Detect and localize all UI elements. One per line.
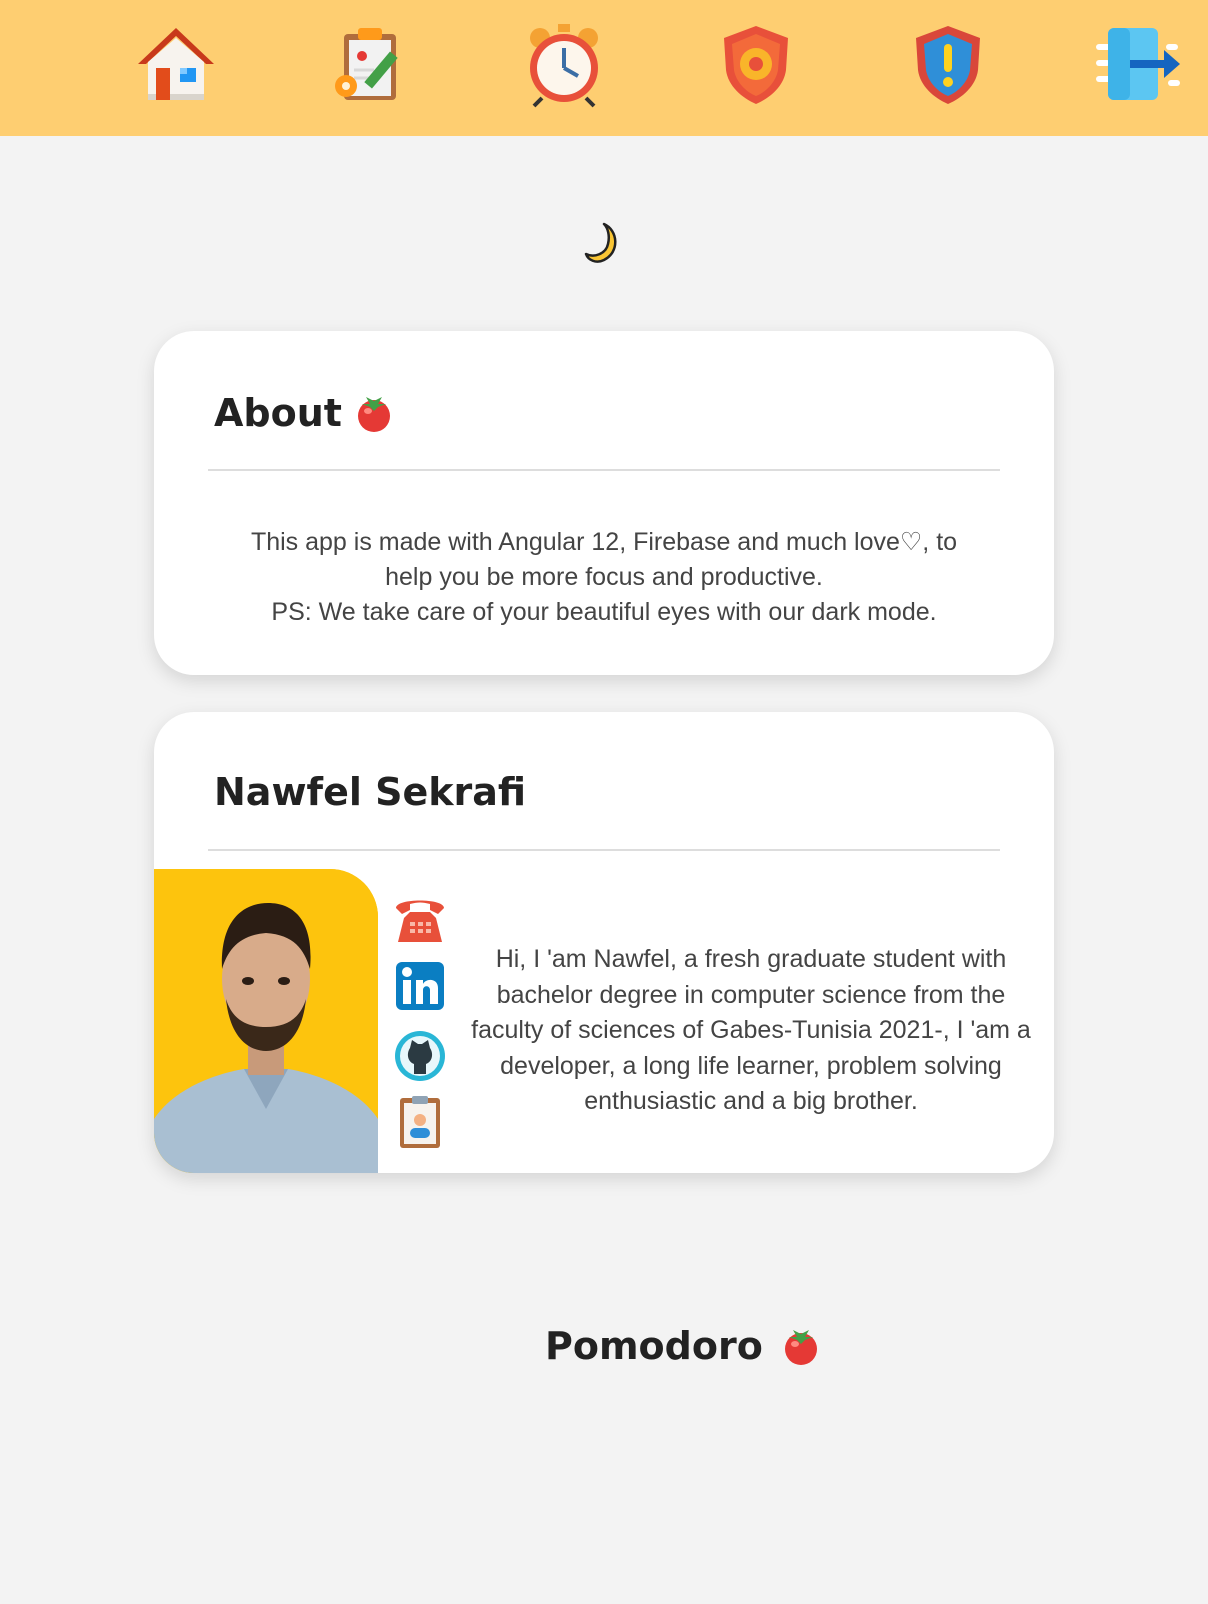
footer-brand-text: Pomodoro xyxy=(545,1324,763,1368)
bio-line: bachelor degree in computer science from… xyxy=(496,980,1006,1009)
tasks-nav-button[interactable] xyxy=(326,20,414,108)
linkedin-link[interactable] xyxy=(392,958,448,1014)
bio-line: developer, a long life learner, problem … xyxy=(500,1051,1002,1080)
bio-line: Hi, I 'am Nawfel, a fresh graduate stude… xyxy=(495,945,1007,973)
author-name: Nawfel Sekrafi xyxy=(214,770,527,814)
tasks-clipboard-icon xyxy=(335,28,398,100)
footer-brand: Pomodoro xyxy=(545,1324,821,1368)
home-icon xyxy=(138,28,214,100)
bio-line: enthusiastic and a big brother. xyxy=(584,1087,918,1115)
resume-link[interactable] xyxy=(392,1094,448,1150)
about-line: PS: We take care of your beautiful eyes … xyxy=(271,598,937,626)
about-title: About xyxy=(214,391,394,435)
alarm-clock-icon xyxy=(530,24,598,108)
about-title-text: About xyxy=(214,391,342,435)
profile-photo xyxy=(154,869,378,1173)
timer-nav-button[interactable] xyxy=(520,20,608,108)
settings-nav-button[interactable] xyxy=(712,20,800,108)
top-navigation xyxy=(0,0,1208,136)
person-portrait-icon xyxy=(154,869,378,1173)
logout-nav-button[interactable] xyxy=(1094,20,1182,108)
resume-icon xyxy=(400,1096,440,1148)
about-description: This app is made with Angular 12, Fireba… xyxy=(194,525,1014,630)
home-nav-button[interactable] xyxy=(132,20,220,108)
github-icon xyxy=(395,1031,445,1081)
tomato-icon xyxy=(781,1326,821,1366)
author-divider xyxy=(208,849,1000,851)
phone-link[interactable] xyxy=(392,892,448,948)
about-line: This app is made with Angular 12, Fireba… xyxy=(250,528,958,556)
about-card: About This app is made with Angular 12, … xyxy=(154,331,1054,675)
logout-icon xyxy=(1096,28,1180,100)
phone-icon xyxy=(396,900,444,942)
settings-shield-icon xyxy=(724,26,788,104)
author-bio: Hi, I 'am Nawfel, a fresh graduate stude… xyxy=(452,942,1050,1120)
dark-mode-toggle[interactable] xyxy=(584,222,624,266)
linkedin-icon xyxy=(396,962,444,1010)
moon-icon xyxy=(584,222,617,263)
about-divider xyxy=(208,469,1000,471)
tomato-icon xyxy=(354,393,394,433)
bio-line: faculty of sciences of Gabes-Tunisia 202… xyxy=(471,1016,1031,1044)
about-line: help you be more focus and productive. xyxy=(385,563,823,591)
author-card: Nawfel Sekrafi Hi, I 'am Nawfel, a fresh… xyxy=(154,712,1054,1173)
warning-shield-icon xyxy=(916,26,980,104)
github-link[interactable] xyxy=(392,1028,448,1084)
privacy-nav-button[interactable] xyxy=(904,20,992,108)
